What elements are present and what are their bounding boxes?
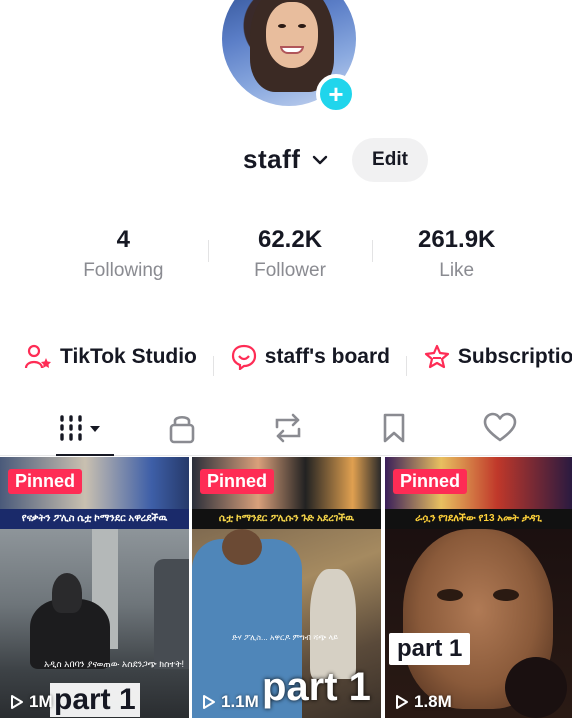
scene-eye (493, 589, 519, 601)
video-grid: የናቃትን ፖሊስ ሴቷ ኮማንደር አዋረደችዉ Pinned part 1 … (0, 457, 572, 718)
avatar-eye (298, 24, 306, 28)
scene-seller (310, 569, 356, 679)
name-row: staff Edit (0, 138, 572, 182)
video-thumbnail-scene (385, 529, 572, 718)
divider (213, 355, 215, 376)
video-banner: ራሷን የገደለችው የ13 አመት ታዳጊ (385, 509, 572, 529)
video-tile[interactable]: ራሷን የገደለችው የ13 አመት ታዳጊ Pinned part 1 1.8… (385, 457, 572, 718)
video-caption: ድሃ ፖሊስ... አዋርዶ ምግብ ሻጭ ላይ (232, 633, 339, 642)
play-icon (203, 695, 215, 709)
add-photo-icon[interactable]: + (316, 74, 356, 114)
bio-blurred (212, 304, 352, 312)
edit-profile-button[interactable]: Edit (352, 138, 428, 182)
video-caption: አዲስ አበባን ያናወጠው አስደንጋጭ ክስተት! (44, 659, 185, 669)
board-link[interactable]: staff's board (231, 344, 390, 370)
part-label: part 1 (50, 683, 140, 717)
board-label: staff's board (264, 345, 390, 368)
avatar-face (266, 2, 318, 68)
person-star-icon (24, 344, 51, 369)
divider (406, 355, 408, 376)
username[interactable]: staff (243, 144, 300, 175)
avatar-eye (278, 24, 286, 28)
view-count-value: 1.8M (414, 692, 452, 711)
play-icon (11, 695, 23, 709)
stat-value: 261.9K (417, 226, 496, 253)
stat-following[interactable]: 4 Following (40, 226, 207, 286)
scene-car (154, 559, 189, 669)
video-banner: ሴቷ ኮማንደር ፖሊሱን ጉድ አደረገችዉ (192, 509, 381, 529)
tab-reposts[interactable] (264, 408, 312, 448)
profile-stats: 4 Following 62.2K Follower 261.9K Like (40, 226, 540, 286)
profile-avatar-container[interactable]: + (222, 0, 356, 114)
profile-tabs (0, 402, 572, 456)
pinned-badge: Pinned (8, 469, 83, 494)
pinned-badge: Pinned (393, 469, 468, 494)
view-count-value: 1.1M (221, 692, 259, 711)
scene-officer-head (222, 529, 262, 565)
stat-follower[interactable]: 62.2K Follower (207, 226, 374, 286)
part-label: part 1 (262, 665, 371, 709)
bookmark-icon (383, 413, 405, 443)
subscription-link[interactable]: Subscriptio (424, 344, 572, 370)
stat-divider (208, 240, 209, 262)
stat-label: Like (439, 260, 475, 281)
subscription-label: Subscriptio (457, 345, 572, 368)
stat-label: Following (83, 260, 164, 281)
pinned-badge: Pinned (200, 469, 275, 494)
tiktok-studio-label: TikTok Studio (60, 345, 197, 368)
tab-videos[interactable] (50, 408, 114, 456)
board-smile-icon (231, 344, 256, 370)
tiktok-studio-link[interactable]: TikTok Studio (24, 344, 197, 370)
stat-divider (372, 240, 373, 262)
video-tile[interactable]: የናቃትን ፖሊስ ሴቷ ኮማንደር አዋረደችዉ Pinned part 1 … (0, 457, 189, 718)
scene-rider (52, 573, 82, 613)
stat-label: Follower (254, 260, 326, 281)
stat-like[interactable]: 261.9K Like (373, 226, 540, 286)
stat-value: 4 (116, 226, 131, 253)
stat-value: 62.2K (257, 226, 323, 253)
view-count: 1.8M (395, 692, 452, 712)
tab-private[interactable] (158, 408, 206, 448)
view-count: 1.1M (202, 692, 259, 712)
subscription-star-icon (424, 344, 449, 369)
heart-icon (483, 412, 517, 442)
view-count-value: 1M (29, 692, 53, 711)
video-tile[interactable]: ሴቷ ኮማንደር ፖሊሱን ጉድ አደረገችዉ Pinned part 1 ድሃ… (192, 457, 381, 718)
scene-child (505, 657, 567, 718)
quick-links: TikTok Studio staff's board Subscriptio (24, 344, 572, 378)
repost-icon (275, 413, 301, 443)
view-count: 1M (10, 692, 53, 712)
videos-icon (60, 415, 100, 441)
handle-blurred (226, 186, 346, 204)
chevron-down-icon[interactable] (312, 152, 328, 168)
video-banner: የናቃትን ፖሊስ ሴቷ ኮማንደር አዋረደችዉ (0, 509, 189, 529)
play-icon (396, 695, 408, 709)
tab-favorites[interactable] (370, 408, 418, 448)
lock-icon (169, 415, 195, 444)
tab-liked[interactable] (476, 408, 524, 448)
scene-eye (437, 589, 463, 601)
part-label: part 1 (389, 633, 471, 665)
